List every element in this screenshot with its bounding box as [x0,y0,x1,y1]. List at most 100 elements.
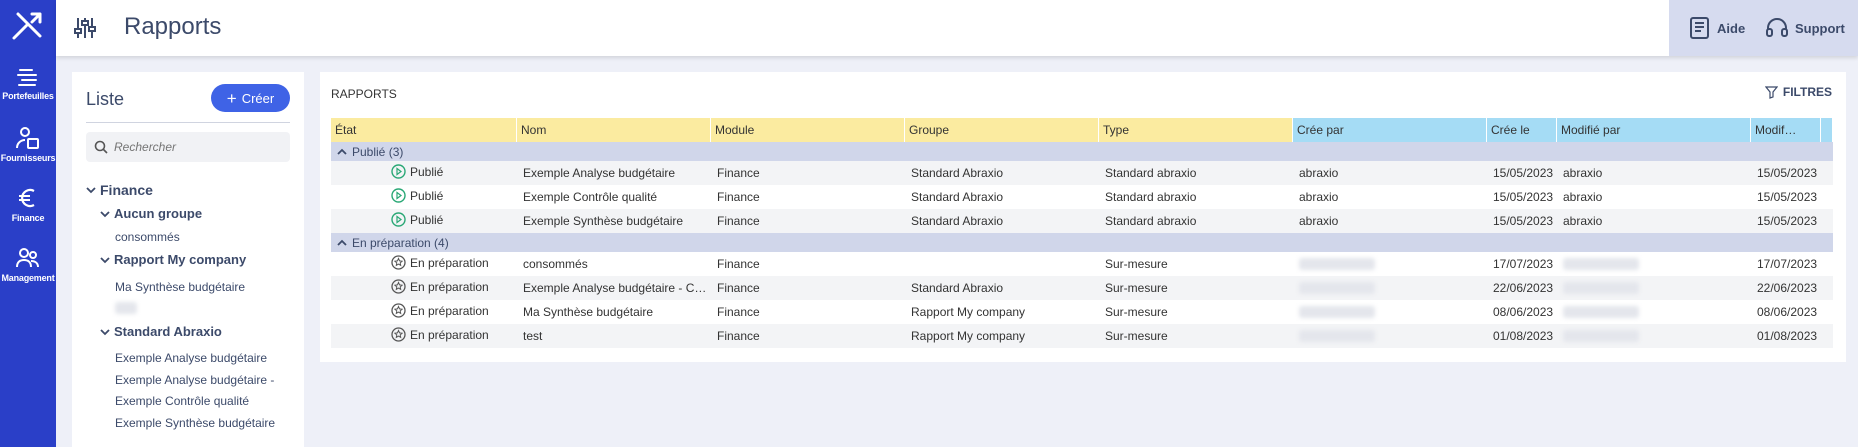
search-input[interactable] [114,140,284,154]
cell-module: Finance [717,281,760,295]
cell-type: Sur-mesure [1105,329,1168,343]
column-header-etat[interactable]: État [331,118,517,142]
filters-button[interactable]: FILTRES [1764,85,1832,99]
status-label: En préparation [410,303,489,318]
chevron-up-icon [337,148,347,155]
nav-label: Fournisseurs [0,153,56,163]
tree-node-label: Aucun groupe [114,206,203,221]
cell-nom: Ma Synthèse budgétaire [523,305,654,319]
list-title: Liste [86,89,125,109]
divider [86,122,290,123]
cell-groupe: Rapport My company [911,329,1026,343]
star-circle-icon [391,255,406,270]
tree-leaf[interactable]: Exemple Analyse budgétaire [115,351,267,365]
cell-modifie-le: 22/06/2023 [1757,281,1818,295]
table-row[interactable]: En préparation consommés Finance Sur-mes… [331,252,1833,276]
status-label: En préparation [410,327,489,342]
column-header-cree-le[interactable]: Crée le [1487,118,1557,142]
table-row[interactable]: Publié Exemple Analyse budgétaire Financ… [331,161,1833,185]
column-header-modifie-par[interactable]: Modifié par [1557,118,1751,142]
cell-nom: Exemple Synthèse budgétaire [523,214,684,228]
status-cell: En préparation [391,303,489,318]
filter-icon [1764,85,1778,99]
status-label: En préparation [410,255,489,270]
cell-module: Finance [717,190,760,204]
tree-node-finance[interactable]: Finance [86,182,153,198]
column-header-groupe[interactable]: Groupe [905,118,1099,142]
tree-leaf[interactable]: Exemple Analyse budgétaire - [115,373,274,387]
column-header-module[interactable]: Module [711,118,905,142]
status-label: Publié [410,212,444,227]
tree-leaf[interactable]: Exemple Synthèse budgétaire [115,416,275,430]
cell-groupe: Rapport My company [911,305,1026,319]
cell-type: Sur-mesure [1105,305,1168,319]
status-cell: En préparation [391,327,489,342]
cell-nom: Exemple Contrôle qualité [523,190,658,204]
cell-cree-le: 15/05/2023 [1493,214,1554,228]
cell-modifie-le: 15/05/2023 [1757,166,1818,180]
column-header-nom[interactable]: Nom [517,118,711,142]
help-label: Aide [1717,20,1746,36]
cell-type: Sur-mesure [1105,281,1168,295]
cell-modifie-le: 01/08/2023 [1757,329,1818,343]
status-cell: Publié [391,164,443,179]
cell-modifie-le: 15/05/2023 [1757,190,1818,204]
cell-cree-par: abraxio [1299,166,1339,180]
euro-icon [19,188,35,208]
cell-modifie-le: 08/06/2023 [1757,305,1818,319]
support-button[interactable]: Support [1765,16,1845,40]
cell-cree-par: abraxio [1299,214,1339,228]
create-button[interactable]: + Créer [211,84,290,112]
tree-node-label: Rapport My company [114,252,247,267]
table-row[interactable]: Publié Exemple Contrôle qualité Finance … [331,185,1833,209]
column-header-type[interactable]: Type [1099,118,1293,142]
support-label: Support [1795,20,1845,36]
tree-node-standard-abraxio[interactable]: Standard Abraxio [100,324,222,339]
column-header-modifie-le[interactable]: Modif… [1751,118,1821,142]
cell-cree-le: 22/06/2023 [1493,281,1554,295]
table-row[interactable]: En préparation Ma Synthèse budgétaire Fi… [331,300,1833,324]
tree-node-rapport-my-company[interactable]: Rapport My company [100,252,246,267]
table-row[interactable]: Publié Exemple Synthèse budgétaire Finan… [331,209,1833,233]
book-icon [1690,17,1709,39]
nav-item-management[interactable]: Management [0,246,56,283]
chevron-down-icon [100,328,110,335]
tree-node-label: Standard Abraxio [114,324,222,339]
column-header-cree-par[interactable]: Crée par [1293,118,1487,142]
nav-item-portefeuilles[interactable]: Portefeuilles [0,66,56,101]
app-logo-icon[interactable] [10,8,46,44]
column-header-spacer [1821,118,1833,142]
chevron-down-icon [86,187,96,194]
group-label: En préparation (4) [352,235,449,250]
group-row-en-preparation[interactable]: En préparation (4) [331,233,1833,252]
blurred-modifie-par [1563,330,1639,342]
cell-module: Finance [717,305,760,319]
table-row[interactable]: En préparation test Finance Rapport My c… [331,324,1833,348]
tree-leaf[interactable]: Ma Synthèse budgétaire [115,280,245,294]
left-nav: Portefeuilles Fournisseurs Finance Manag… [0,0,56,447]
cell-cree-le: 08/06/2023 [1493,305,1554,319]
cell-groupe: Standard Abraxio [911,166,1004,180]
nav-item-fournisseurs[interactable]: Fournisseurs [0,126,56,163]
blurred-cree-par [1299,330,1375,342]
group-row-publie[interactable]: Publié (3) [331,142,1833,161]
supplier-icon [16,127,39,149]
reports-table: État Nom Module Groupe Type Crée par Cré… [331,118,1833,348]
cell-nom: test [523,329,543,343]
cell-modifie-le: 17/07/2023 [1757,257,1818,271]
tree-node-label: Finance [100,182,153,198]
status-label: En préparation [410,279,489,294]
play-circle-icon [391,188,406,203]
table-row[interactable]: En préparation Exemple Analyse budgétair… [331,276,1833,300]
people-icon [16,248,39,268]
tree-node-aucun-groupe[interactable]: Aucun groupe [100,206,202,221]
cell-cree-le: 17/07/2023 [1493,257,1554,271]
star-circle-icon [391,327,406,342]
help-button[interactable]: Aide [1689,16,1745,40]
group-label: Publié (3) [352,144,404,159]
reports-title: RAPPORTS [331,87,397,101]
nav-item-finance[interactable]: Finance [0,186,56,223]
tree-leaf[interactable]: consommés [115,230,180,244]
play-circle-icon [391,164,406,179]
tree-leaf[interactable]: Exemple Contrôle qualité [115,394,249,408]
